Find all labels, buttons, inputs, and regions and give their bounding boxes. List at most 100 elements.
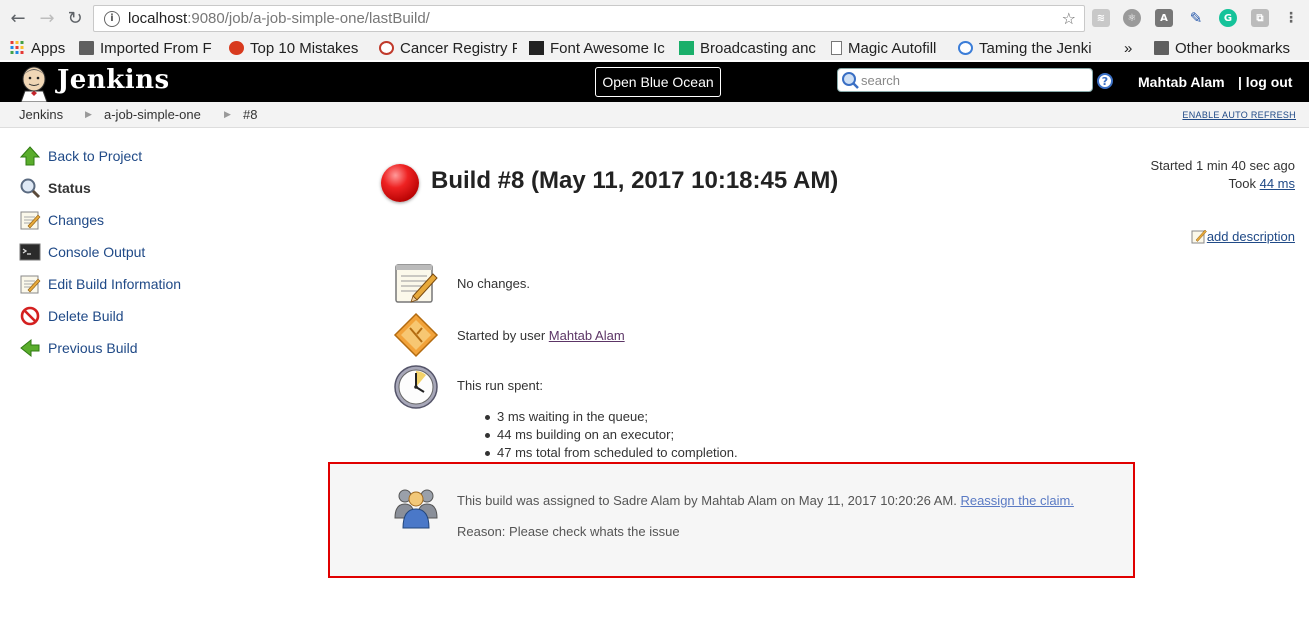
started-ago: Started 1 min 40 sec ago <box>1150 158 1295 173</box>
user-link[interactable]: Mahtab Alam <box>1138 74 1225 90</box>
site-favicon-icon <box>379 41 394 55</box>
logout-link[interactable]: | log out <box>1238 74 1292 90</box>
task-back-to-project[interactable]: Back to Project <box>19 145 142 167</box>
grammarly-extension-icon[interactable]: G <box>1219 9 1237 27</box>
users-claim-icon <box>394 489 438 529</box>
clock-icon <box>394 365 438 409</box>
task-label: Delete Build <box>48 308 124 324</box>
folder-icon <box>1154 41 1169 55</box>
bookmark-magic-autofill[interactable]: Magic Autofill <box>831 38 951 58</box>
rss-extension-icon[interactable]: ≋ <box>1092 9 1110 27</box>
folder-icon <box>79 41 94 55</box>
bookmark-label: Magic Autofill <box>848 39 937 57</box>
run-spent-text: This run spent: <box>457 378 543 393</box>
claim-reason: Reason: Please check whats the issue <box>457 524 680 539</box>
breadcrumb-build[interactable]: #8 <box>243 107 257 122</box>
bookmark-taming-jenkins[interactable]: Taming the Jenki <box>958 38 1094 58</box>
task-changes[interactable]: Changes <box>19 209 104 231</box>
tab-extension-icon[interactable]: ⧉ <box>1251 9 1269 27</box>
user-cause-icon <box>393 312 439 358</box>
bookmark-label: Cancer Registry F <box>400 39 517 57</box>
list-item: 47 ms total from scheduled to completion… <box>485 445 738 460</box>
terminal-icon <box>19 243 41 261</box>
search-input[interactable]: search <box>837 68 1093 92</box>
changes-text: No changes. <box>457 276 530 291</box>
task-status[interactable]: Status <box>19 177 91 199</box>
reload-icon[interactable]: ↻ <box>63 6 87 30</box>
spent-list: 3 ms waiting in the queue; 44 ms buildin… <box>485 408 738 462</box>
reassign-claim-link[interactable]: Reassign the claim. <box>960 493 1073 508</box>
bookmark-other[interactable]: Other bookmarks <box>1154 38 1290 58</box>
bookmarks-overflow[interactable]: » <box>1124 38 1132 58</box>
bookmark-label: » <box>1124 39 1133 57</box>
started-by-prefix: Started by user <box>457 328 549 343</box>
bookmark-cancer-registry[interactable]: Cancer Registry F <box>379 38 517 58</box>
help-icon[interactable]: ? <box>1097 73 1113 89</box>
menu-icon[interactable]: ⋮ <box>1282 9 1300 27</box>
claim-section: This build was assigned to Sadre Alam by… <box>328 462 1135 578</box>
eyedropper-extension-icon[interactable]: ✎ <box>1187 9 1205 27</box>
chevron-right-icon: ▶ <box>85 110 92 120</box>
site-favicon-icon <box>958 41 973 55</box>
bookmarks-bar: Apps Imported From F Top 10 Mistakes Can… <box>0 36 1309 60</box>
claim-text: This build was assigned to Sadre Alam by… <box>457 493 961 508</box>
magnifier-icon <box>20 178 41 199</box>
url-host: localhost <box>128 10 188 27</box>
jenkins-butler-logo-icon[interactable] <box>16 64 52 102</box>
breadcrumb-jenkins[interactable]: Jenkins <box>19 107 63 122</box>
open-blue-ocean-button[interactable]: Open Blue Ocean <box>595 67 721 97</box>
info-icon[interactable]: i <box>104 10 120 27</box>
bookmark-font-awesome[interactable]: Font Awesome Ic <box>529 38 667 58</box>
apps-grid-icon <box>10 41 24 54</box>
task-delete-build[interactable]: Delete Build <box>19 305 124 327</box>
no-entry-icon <box>20 306 40 326</box>
search-placeholder: search <box>861 72 901 88</box>
list-item: 3 ms waiting in the queue; <box>485 408 738 426</box>
add-description-link[interactable]: add description <box>1191 228 1295 244</box>
left-arrow-icon <box>20 338 40 358</box>
angular-extension-icon[interactable]: A <box>1155 9 1173 27</box>
bookmark-label: Imported From F <box>100 39 212 57</box>
build-title: Build #8 (May 11, 2017 10:18:45 AM) <box>431 167 839 194</box>
add-description-label: add description <box>1206 228 1295 244</box>
notepad-icon <box>395 264 438 303</box>
task-label: Back to Project <box>48 148 143 164</box>
bookmark-label: Broadcasting anc <box>700 39 816 57</box>
site-favicon-icon <box>679 41 694 55</box>
task-edit-build-information[interactable]: Edit Build Information <box>19 273 181 295</box>
took-duration-link[interactable]: 44 ms <box>1260 176 1295 191</box>
back-arrow-icon[interactable]: ← <box>6 6 30 30</box>
jenkins-title[interactable]: Jenkins <box>57 65 170 95</box>
bookmark-star-icon[interactable]: ☆ <box>1062 9 1076 28</box>
chevron-right-icon: ▶ <box>224 110 231 120</box>
breadcrumb: Jenkins ▶ a-job-simple-one ▶ #8 ENABLE A… <box>0 102 1309 128</box>
bookmark-imported[interactable]: Imported From F <box>79 38 215 58</box>
forward-arrow-icon[interactable]: → <box>35 6 59 30</box>
bookmark-top10[interactable]: Top 10 Mistakes <box>229 38 365 58</box>
breadcrumb-job[interactable]: a-job-simple-one <box>104 107 201 122</box>
up-arrow-icon <box>19 146 41 166</box>
notepad-icon <box>20 275 41 294</box>
bookmark-apps[interactable]: Apps <box>10 38 65 58</box>
notepad-icon <box>20 211 41 230</box>
bookmark-label: Top 10 Mistakes <box>250 39 359 57</box>
task-previous-build[interactable]: Previous Build <box>19 337 138 359</box>
started-by-user-link[interactable]: Mahtab Alam <box>549 328 625 343</box>
react-extension-icon[interactable]: ⚛ <box>1123 9 1141 27</box>
build-timing: Started 1 min 40 sec ago Took 44 ms <box>1150 157 1295 193</box>
claim-assignment-line: This build was assigned to Sadre Alam by… <box>457 493 1074 508</box>
started-by-line: Started by user Mahtab Alam <box>457 328 625 343</box>
build-status-red-ball-icon <box>381 164 419 202</box>
task-console-output[interactable]: Console Output <box>19 241 145 263</box>
address-bar[interactable]: i localhost:9080/job/a-job-simple-one/la… <box>93 5 1085 32</box>
enable-auto-refresh-link[interactable]: ENABLE AUTO REFRESH <box>1182 110 1296 120</box>
bookmark-broadcasting[interactable]: Broadcasting anc <box>679 38 817 58</box>
task-label: Status <box>48 180 91 196</box>
flag-icon <box>529 41 544 55</box>
took-prefix: Took <box>1228 176 1260 191</box>
task-label: Previous Build <box>48 340 138 356</box>
search-icon <box>842 72 859 89</box>
bookmark-label: Other bookmarks <box>1175 39 1291 57</box>
task-label: Console Output <box>48 244 146 260</box>
site-favicon-icon <box>229 41 244 55</box>
